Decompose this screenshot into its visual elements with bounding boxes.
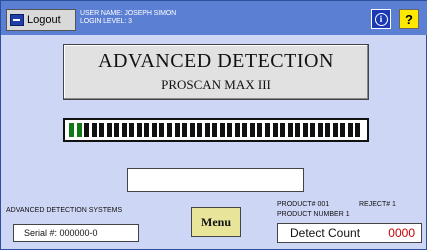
meter-segment	[69, 123, 74, 137]
detect-count-label: Detect Count	[290, 226, 361, 240]
meter-segment	[219, 123, 225, 137]
help-button[interactable]: ?	[399, 9, 419, 29]
meter-segment	[332, 123, 338, 137]
meter-segment	[302, 123, 308, 137]
serial-number: Serial #: 000000-0	[13, 224, 139, 242]
meter-segment	[76, 123, 82, 137]
meter-segment	[234, 123, 240, 137]
meter-segment	[159, 123, 165, 137]
info-button[interactable]: i	[371, 9, 391, 29]
meter-segment	[295, 123, 301, 137]
meter-segment	[114, 123, 120, 137]
meter-segment	[212, 123, 218, 137]
menu-button[interactable]: Menu	[191, 207, 241, 237]
company-name: ADVANCED DETECTION SYSTEMS	[6, 207, 123, 214]
info-icon: i	[374, 12, 388, 26]
product-number: PRODUCT# 001	[277, 201, 330, 208]
user-name: USER NAME: JOSEPH SIMON	[80, 10, 177, 17]
meter-segment	[272, 123, 278, 137]
meter-segment	[182, 123, 188, 137]
meter-segment	[129, 123, 135, 137]
message-readout	[127, 168, 304, 192]
meter-segment	[340, 123, 346, 137]
signal-meter	[63, 118, 369, 142]
meter-segment	[121, 123, 127, 137]
top-bar: Logout USER NAME: JOSEPH SIMON LOGIN LEV…	[1, 1, 427, 35]
product-title-panel: ADVANCED DETECTION PROSCAN MAX III	[63, 44, 369, 100]
meter-segment	[197, 123, 203, 137]
detect-count-value: 0000	[388, 226, 415, 240]
meter-segment	[310, 123, 316, 137]
meter-segment	[325, 123, 331, 137]
meter-segment	[249, 123, 255, 137]
user-info: USER NAME: JOSEPH SIMON LOGIN LEVEL: 3	[80, 10, 176, 26]
meter-segment	[265, 123, 270, 137]
reject-number: REJECT# 1	[359, 201, 396, 208]
logout-icon	[10, 14, 24, 26]
product-info: PRODUCT# 001 REJECT# 1	[277, 201, 427, 208]
meter-segment	[287, 123, 293, 137]
meter-segment	[280, 123, 286, 137]
meter-segment	[91, 123, 97, 137]
meter-segment	[174, 123, 180, 137]
model-name: PROSCAN MAX III	[161, 77, 271, 92]
detect-count-display: Detect Count 0000	[277, 223, 422, 243]
meter-segment	[144, 123, 150, 137]
logout-button[interactable]: Logout	[6, 9, 76, 31]
login-level: LOGIN LEVEL: 3	[80, 18, 132, 25]
meter-segment	[189, 123, 195, 137]
meter-segment	[242, 123, 248, 137]
meter-segment	[355, 123, 361, 137]
meter-segment	[227, 123, 233, 137]
meter-segment	[99, 123, 105, 137]
page-title: ADVANCED DETECTION	[98, 50, 334, 72]
meter-segment	[151, 123, 157, 137]
app-window: Logout USER NAME: JOSEPH SIMON LOGIN LEV…	[0, 0, 427, 250]
meter-segment	[317, 123, 323, 137]
meter-segment	[136, 123, 142, 137]
meter-segment	[204, 123, 210, 137]
meter-segment	[347, 123, 353, 137]
logout-label: Logout	[27, 14, 61, 26]
meter-segment	[257, 123, 263, 137]
meter-segment	[106, 123, 112, 137]
meter-segment	[84, 123, 90, 137]
product-name: PRODUCT NUMBER 1	[277, 211, 350, 218]
meter-segment	[167, 123, 172, 137]
